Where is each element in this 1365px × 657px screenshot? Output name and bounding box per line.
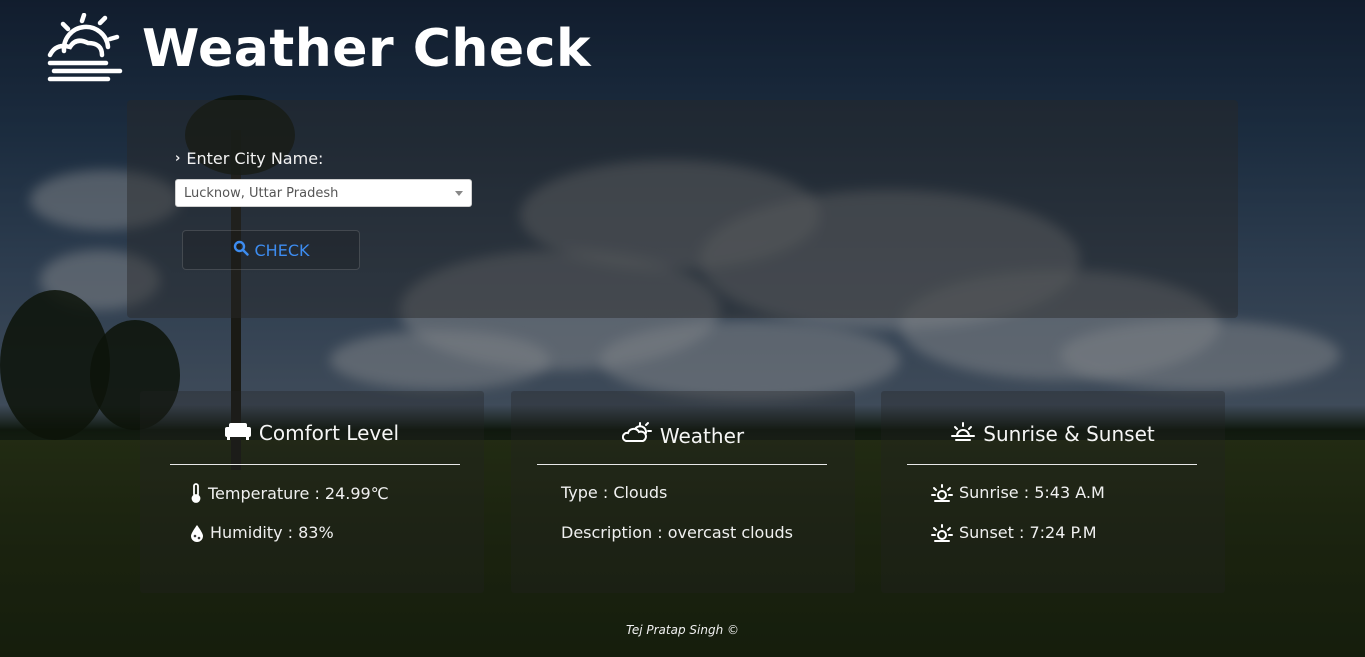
sunset-value: Sunset : 7:24 P.M <box>959 523 1097 542</box>
dropdown-caret-icon <box>455 190 463 196</box>
check-button-label: CHECK <box>254 240 310 260</box>
chevron-right-icon: › <box>175 151 181 166</box>
city-select-value: Lucknow, Uttar Pradesh <box>184 185 339 201</box>
comfort-level-card: Comfort Level Temperature : 24.99℃ Humid… <box>140 391 484 593</box>
search-panel: › Enter City Name: Lucknow, Uttar Prades… <box>127 100 1238 318</box>
sunrise-sunset-header: Sunrise & Sunset <box>881 421 1225 446</box>
divider <box>907 464 1197 465</box>
app-title: Weather Check <box>142 19 592 79</box>
weather-title: Weather <box>659 423 745 448</box>
temperature-row: Temperature : 24.99℃ <box>190 483 389 503</box>
humidity-row: Humidity : 83% <box>190 523 334 542</box>
weather-description-value: Description : overcast clouds <box>561 523 793 542</box>
search-icon <box>233 240 249 260</box>
weather-header: Weather <box>511 421 855 450</box>
sunset-row: Sunset : 7:24 P.M <box>931 523 1097 542</box>
sunrise-sunset-title: Sunrise & Sunset <box>983 421 1155 446</box>
humidity-icon <box>190 524 204 542</box>
sunrise-sunset-card: Sunrise & Sunset Sunrise : 5:43 A.M Suns… <box>881 391 1225 593</box>
sunrise-small-icon <box>931 483 953 502</box>
weather-card: Weather Type : Clouds Description : over… <box>511 391 855 593</box>
app-header: Weather Check <box>46 8 591 90</box>
sunrise-icon <box>951 421 976 446</box>
thermometer-icon <box>190 483 202 503</box>
footer-credit: Tej Pratap Singh © <box>626 623 739 637</box>
weather-description-row: Description : overcast clouds <box>561 523 793 542</box>
sun-behind-clouds-icon <box>46 13 132 85</box>
sunrise-row: Sunrise : 5:43 A.M <box>931 483 1105 502</box>
sofa-icon <box>224 421 251 445</box>
comfort-level-title: Comfort Level <box>258 421 400 445</box>
city-label: › Enter City Name: <box>175 149 323 168</box>
weather-type-row: Type : Clouds <box>561 483 667 502</box>
comfort-level-header: Comfort Level <box>140 421 484 445</box>
humidity-value: Humidity : 83% <box>210 523 334 542</box>
weather-type-value: Type : Clouds <box>561 483 668 502</box>
divider <box>537 464 827 465</box>
sunset-small-icon <box>931 523 953 542</box>
city-label-text: Enter City Name: <box>186 149 324 168</box>
temperature-value: Temperature : 24.99℃ <box>208 483 389 503</box>
divider <box>170 464 460 465</box>
check-button[interactable]: CHECK <box>182 230 360 270</box>
city-select[interactable]: Lucknow, Uttar Pradesh <box>175 179 472 207</box>
cloud-sun-icon <box>621 421 652 450</box>
sunrise-value: Sunrise : 5:43 A.M <box>959 483 1105 502</box>
